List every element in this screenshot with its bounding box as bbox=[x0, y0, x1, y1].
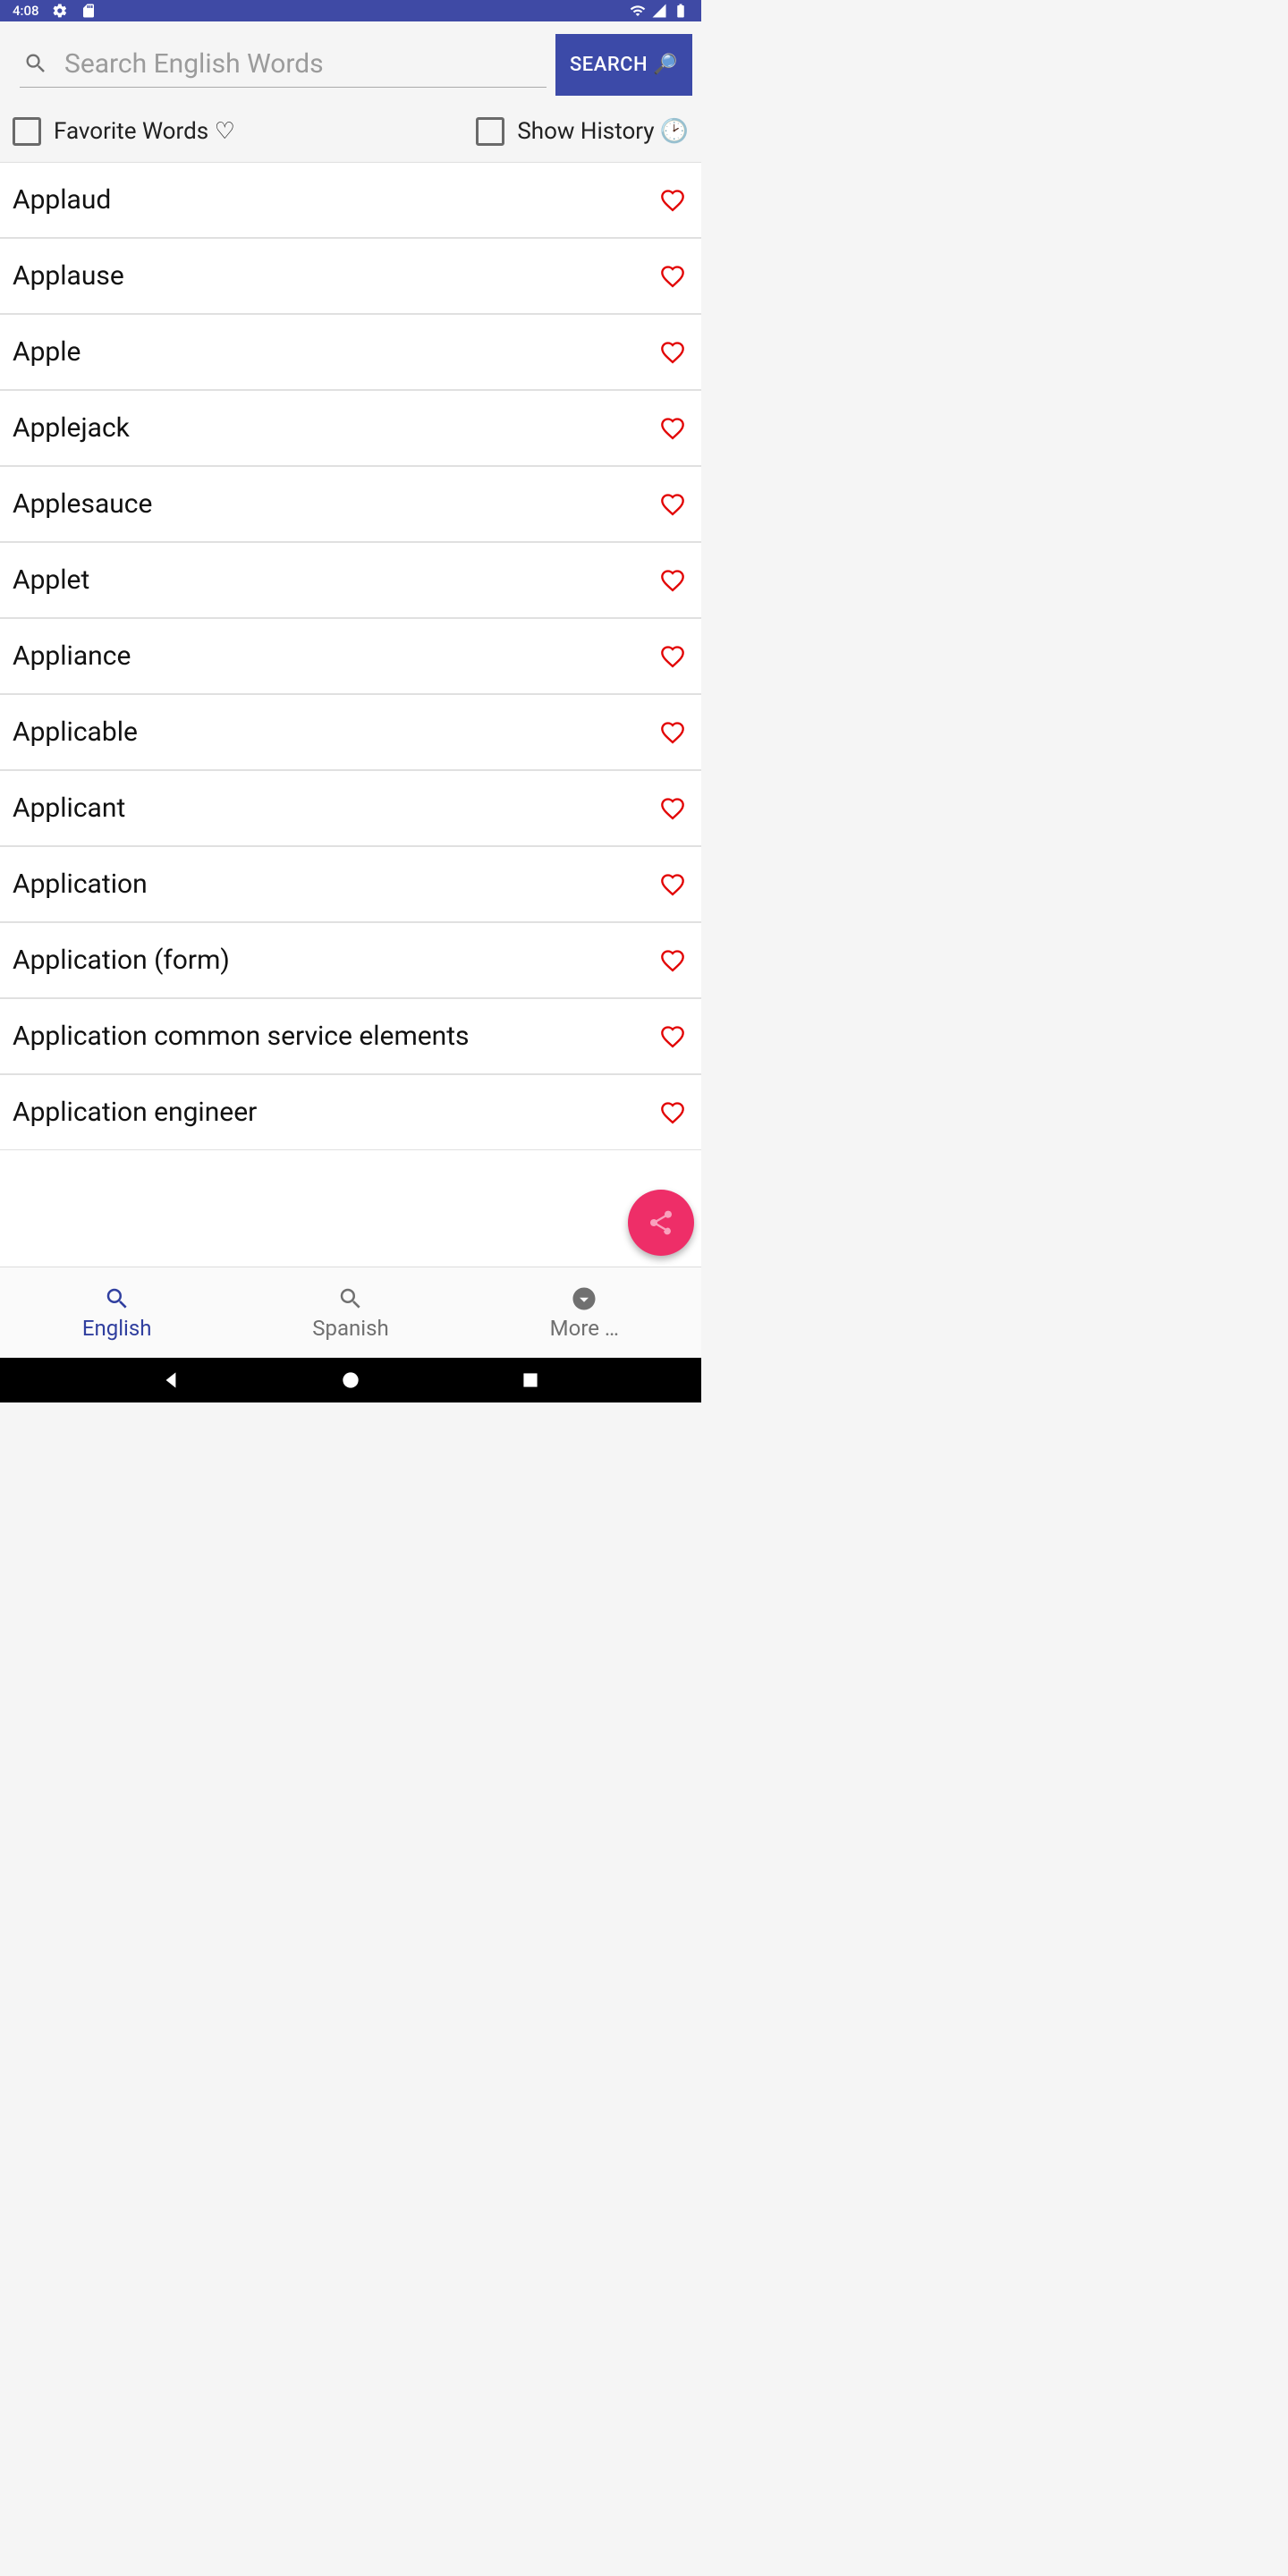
search-icon bbox=[104, 1285, 131, 1312]
word-text: Applet bbox=[13, 564, 89, 596]
home-button[interactable] bbox=[339, 1368, 362, 1392]
word-list[interactable]: Applaud Applause Apple Applejack Applesauce A… bbox=[0, 162, 701, 1267]
word-item[interactable]: Applaud bbox=[0, 162, 701, 238]
heart-icon[interactable] bbox=[660, 416, 685, 441]
share-fab[interactable] bbox=[628, 1190, 694, 1256]
favorite-words-label: Favorite Words ♡ bbox=[54, 118, 235, 145]
word-item[interactable]: Application engineer bbox=[0, 1074, 701, 1150]
word-item[interactable]: Apple bbox=[0, 314, 701, 390]
word-item[interactable]: Applesauce bbox=[0, 466, 701, 542]
search-button[interactable]: SEARCH 🔎 bbox=[555, 34, 692, 96]
show-history-label: Show History bbox=[517, 118, 654, 145]
word-item[interactable]: Applicable bbox=[0, 694, 701, 770]
recent-button[interactable] bbox=[519, 1368, 542, 1392]
search-icon bbox=[23, 51, 48, 76]
battery-icon bbox=[673, 3, 689, 19]
word-item[interactable]: Applejack bbox=[0, 390, 701, 466]
heart-icon[interactable] bbox=[660, 1024, 685, 1049]
back-button[interactable] bbox=[159, 1368, 182, 1392]
nav-more[interactable]: More … bbox=[468, 1267, 701, 1358]
word-text: Application common service elements bbox=[13, 1021, 470, 1052]
word-item[interactable]: Application (form) bbox=[0, 922, 701, 998]
clock-icon: 🕑 bbox=[660, 118, 689, 145]
heart-icon[interactable] bbox=[660, 796, 685, 821]
heart-icon[interactable] bbox=[660, 720, 685, 745]
share-icon bbox=[647, 1208, 675, 1237]
nav-spanish[interactable]: Spanish bbox=[233, 1267, 467, 1358]
search-icon bbox=[337, 1285, 364, 1312]
word-item[interactable]: Applause bbox=[0, 238, 701, 314]
checkbox-box bbox=[476, 117, 504, 146]
chevron-down-circle-icon bbox=[571, 1285, 597, 1312]
nav-spanish-label: Spanish bbox=[312, 1316, 388, 1341]
gear-icon bbox=[52, 3, 68, 19]
nav-english[interactable]: English bbox=[0, 1267, 233, 1358]
word-text: Apple bbox=[13, 336, 80, 368]
search-field[interactable] bbox=[20, 43, 547, 88]
heart-icon[interactable] bbox=[660, 340, 685, 365]
word-item[interactable]: Application bbox=[0, 846, 701, 922]
sd-card-icon bbox=[80, 3, 97, 19]
heart-icon[interactable] bbox=[660, 568, 685, 593]
bottom-nav: English Spanish More … bbox=[0, 1267, 701, 1358]
nav-english-label: English bbox=[82, 1316, 152, 1341]
nav-more-label: More … bbox=[550, 1316, 619, 1341]
word-text: Appliance bbox=[13, 640, 131, 672]
search-row: SEARCH 🔎 bbox=[0, 21, 701, 101]
heart-icon[interactable] bbox=[660, 948, 685, 973]
word-text: Applause bbox=[13, 260, 124, 292]
word-text: Applicable bbox=[13, 716, 138, 748]
word-text: Applaud bbox=[13, 184, 111, 216]
system-nav bbox=[0, 1358, 701, 1402]
word-item[interactable]: Applicant bbox=[0, 770, 701, 846]
heart-icon[interactable] bbox=[660, 492, 685, 517]
heart-icon[interactable] bbox=[660, 872, 685, 897]
status-right bbox=[630, 3, 689, 19]
word-text: Application engineer bbox=[13, 1097, 257, 1128]
cell-signal-icon bbox=[651, 3, 667, 19]
status-left: 4:08 bbox=[13, 3, 97, 19]
word-item[interactable]: Application common service elements bbox=[0, 998, 701, 1074]
word-text: Application (form) bbox=[13, 945, 230, 976]
word-text: Applicant bbox=[13, 792, 125, 824]
word-item[interactable]: Applet bbox=[0, 542, 701, 618]
heart-icon[interactable] bbox=[660, 644, 685, 669]
word-text: Application bbox=[13, 869, 148, 900]
show-history-checkbox[interactable]: Show History 🕑 bbox=[476, 117, 689, 146]
word-item[interactable]: Appliance bbox=[0, 618, 701, 694]
search-input[interactable] bbox=[64, 48, 543, 80]
filters-row: Favorite Words ♡ Show History 🕑 bbox=[0, 101, 701, 162]
status-time: 4:08 bbox=[13, 3, 39, 19]
favorite-words-checkbox[interactable]: Favorite Words ♡ bbox=[13, 117, 235, 146]
checkbox-box bbox=[13, 117, 41, 146]
status-bar: 4:08 bbox=[0, 0, 701, 21]
heart-icon[interactable] bbox=[660, 188, 685, 213]
heart-icon[interactable] bbox=[660, 1100, 685, 1125]
word-text: Applesauce bbox=[13, 488, 152, 520]
heart-icon[interactable] bbox=[660, 264, 685, 289]
word-text: Applejack bbox=[13, 412, 130, 444]
wifi-icon bbox=[630, 3, 646, 19]
